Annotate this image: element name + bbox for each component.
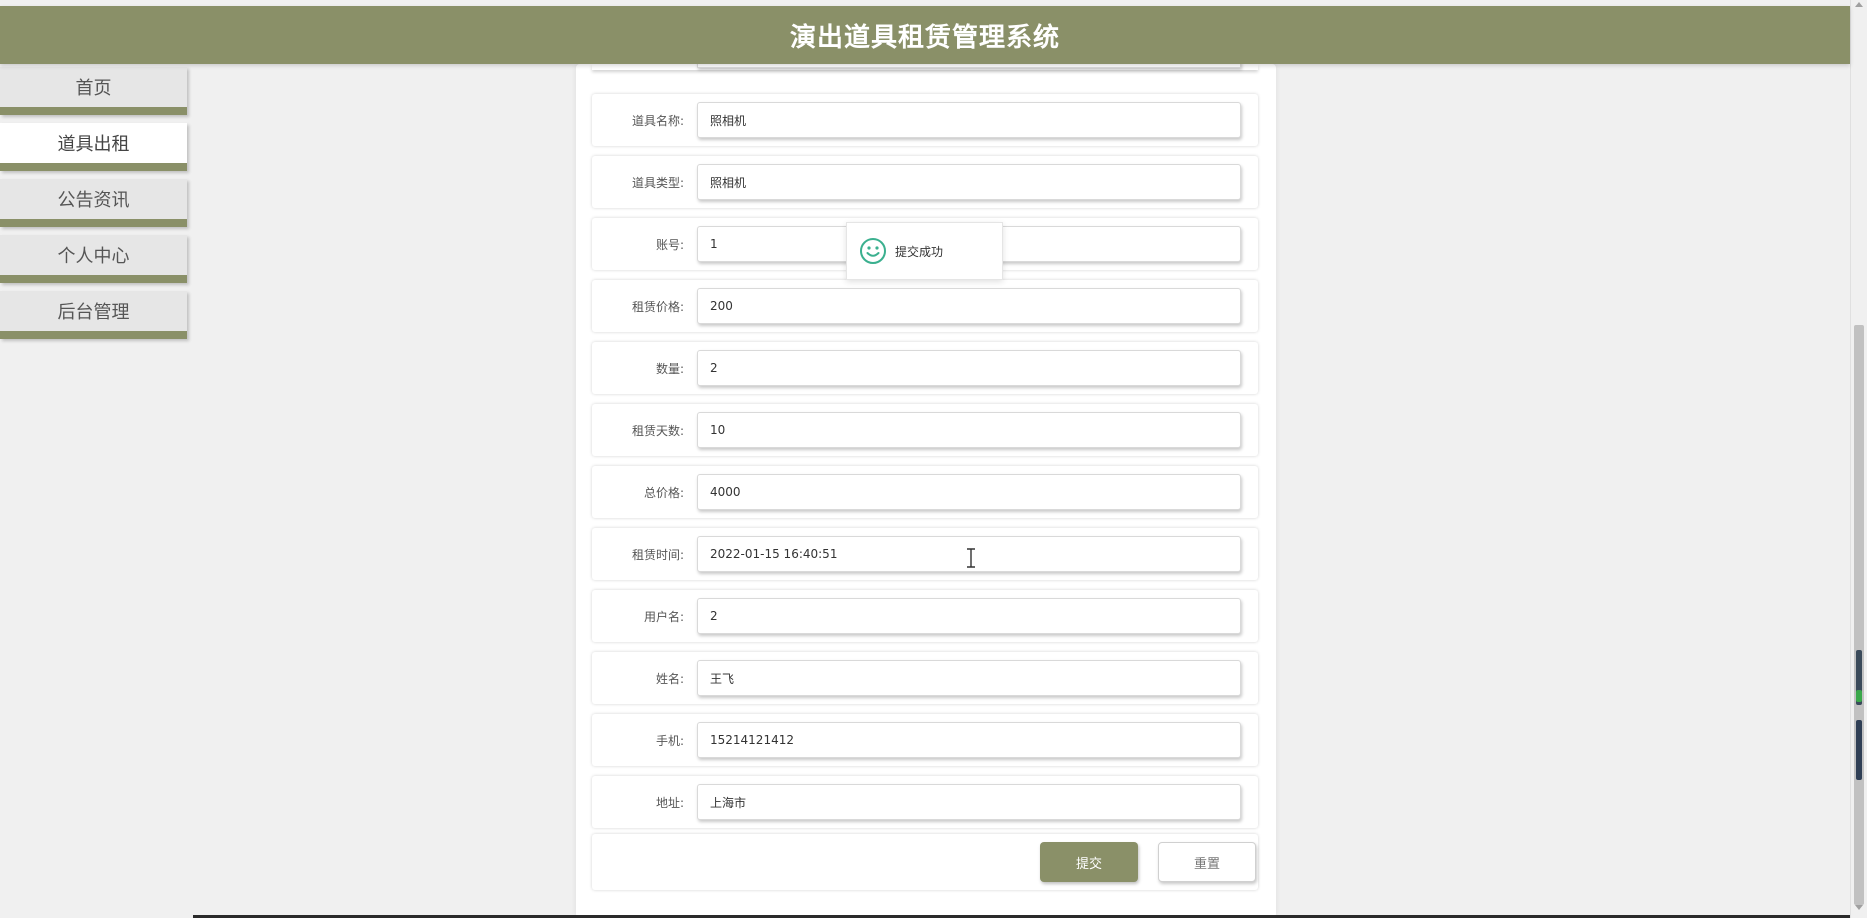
total-price-label: 总价格: bbox=[643, 485, 684, 500]
rental-price-input[interactable] bbox=[697, 288, 1241, 324]
app-header: 演出道具租赁管理系统 bbox=[0, 6, 1850, 64]
address-input[interactable] bbox=[697, 784, 1241, 820]
toast-message: 提交成功 bbox=[895, 244, 944, 259]
submit-button[interactable]: 提交 bbox=[1040, 842, 1138, 882]
sidebar-item-admin[interactable]: 后台管理 bbox=[0, 291, 187, 339]
sidebar-item-label: 道具出租 bbox=[57, 134, 130, 155]
form-row-username: 用户名: bbox=[592, 590, 1258, 642]
form-row-total-price: 总价格: bbox=[592, 466, 1258, 518]
sidebar: 首页 道具出租 公告资讯 个人中心 后台管理 bbox=[0, 64, 193, 918]
quantity-label: 数量: bbox=[655, 361, 684, 376]
phone-label: 手机: bbox=[655, 733, 684, 748]
rental-price-label: 租赁价格: bbox=[631, 299, 684, 314]
text-cursor-icon bbox=[967, 548, 975, 568]
form-row-rental-days: 租赁天数: bbox=[592, 404, 1258, 456]
username-input[interactable] bbox=[697, 598, 1241, 634]
address-label: 地址: bbox=[655, 795, 684, 810]
scroll-marker bbox=[1856, 690, 1862, 702]
success-toast: 提交成功 bbox=[846, 222, 1003, 280]
form-row-prop-type: 道具类型: bbox=[592, 156, 1258, 208]
phone-input[interactable] bbox=[697, 722, 1241, 758]
name-label: 姓名: bbox=[655, 671, 684, 686]
form-row-rental-time: 租赁时间: bbox=[592, 528, 1258, 580]
reset-button[interactable]: 重置 bbox=[1158, 842, 1256, 882]
form-row-prop-name: 道具名称: bbox=[592, 94, 1258, 146]
prop-name-input[interactable] bbox=[697, 102, 1241, 138]
form-row-address: 地址: bbox=[592, 776, 1258, 828]
app-title: 演出道具租赁管理系统 bbox=[789, 22, 1060, 53]
prop-type-label: 道具类型: bbox=[631, 175, 684, 190]
prop-name-label: 道具名称: bbox=[631, 113, 684, 128]
scroll-down-icon[interactable] bbox=[1855, 905, 1863, 910]
quantity-input[interactable] bbox=[697, 350, 1241, 386]
account-label: 账号: bbox=[655, 237, 684, 252]
scroll-marker bbox=[1856, 720, 1862, 780]
sidebar-item-home[interactable]: 首页 bbox=[0, 67, 187, 115]
rental-form: 道具名称: 道具类型: 账号: 租赁价格: 数量: 租赁天数: 总价格: 租赁时… bbox=[576, 54, 1276, 918]
form-row-name: 姓名: bbox=[592, 652, 1258, 704]
smiley-icon bbox=[860, 238, 886, 264]
scroll-up-icon[interactable] bbox=[1855, 2, 1863, 7]
sidebar-item-announcements[interactable]: 公告资讯 bbox=[0, 179, 187, 227]
form-row-phone: 手机: bbox=[592, 714, 1258, 766]
form-row-rental-price: 租赁价格: bbox=[592, 280, 1258, 332]
sidebar-item-label: 首页 bbox=[75, 78, 112, 99]
form-actions: 提交 重置 bbox=[592, 834, 1258, 890]
name-input[interactable] bbox=[697, 660, 1241, 696]
rental-days-input[interactable] bbox=[697, 412, 1241, 448]
total-price-input[interactable] bbox=[697, 474, 1241, 510]
sidebar-item-personal-center[interactable]: 个人中心 bbox=[0, 235, 187, 283]
sidebar-item-label: 公告资讯 bbox=[57, 190, 130, 211]
sidebar-item-label: 个人中心 bbox=[57, 246, 130, 267]
form-row-quantity: 数量: bbox=[592, 342, 1258, 394]
username-label: 用户名: bbox=[643, 609, 684, 624]
scroll-thumb[interactable] bbox=[1854, 325, 1864, 905]
sidebar-item-label: 后台管理 bbox=[57, 302, 130, 323]
rental-time-label: 租赁时间: bbox=[631, 547, 684, 562]
form-row-partial bbox=[592, 54, 1258, 70]
rental-days-label: 租赁天数: bbox=[631, 423, 684, 438]
vertical-scrollbar[interactable] bbox=[1850, 0, 1867, 918]
sidebar-item-prop-rental[interactable]: 道具出租 bbox=[0, 123, 187, 171]
prop-type-input[interactable] bbox=[697, 164, 1241, 200]
